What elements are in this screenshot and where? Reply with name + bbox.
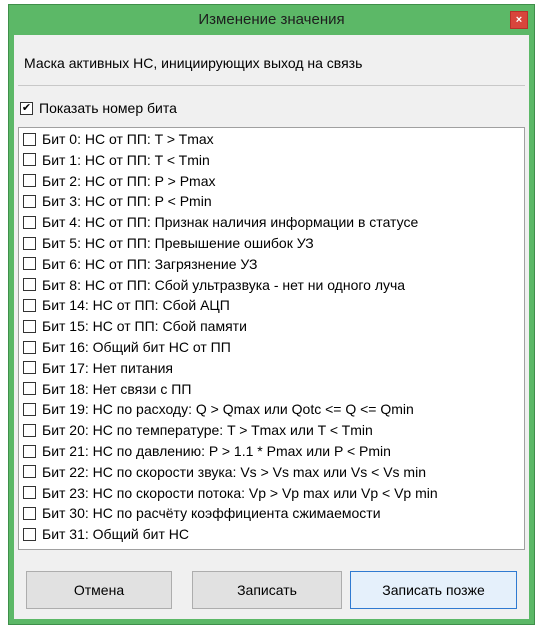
show-bit-number-label: Показать номер бита xyxy=(39,100,177,116)
window-title: Изменение значения xyxy=(198,11,345,28)
mask-description-panel: Маска активных НС, инициирующих выход на… xyxy=(18,41,525,86)
bit-checkbox[interactable] xyxy=(23,506,36,520)
bit-list-item[interactable]: Бит 3: НС от ПП: P < Pmin xyxy=(23,192,212,210)
bit-list-item[interactable]: Бит 30: НС по расчёту коэффициента сжима… xyxy=(23,504,381,522)
bit-checkbox[interactable] xyxy=(23,402,36,416)
bit-list-item[interactable]: Бит 17: Нет питания xyxy=(23,359,173,377)
button-bar: Отмена Записать Записать позже xyxy=(14,557,529,619)
bit-list-item[interactable]: Бит 0: НС от ПП: T > Tmax xyxy=(23,130,214,148)
bit-list-item[interactable]: Бит 5: НС от ПП: Превышение ошибок УЗ xyxy=(23,234,314,252)
bit-list-item[interactable]: Бит 31: Общий бит НС xyxy=(23,525,189,543)
bit-label: Бит 3: НС от ПП: P < Pmin xyxy=(42,193,212,210)
bit-checkbox[interactable] xyxy=(23,236,36,250)
bit-checkbox[interactable] xyxy=(23,340,36,354)
bit-checkbox[interactable] xyxy=(23,423,36,437)
bit-checkbox[interactable] xyxy=(23,382,36,396)
mask-description-label: Маска активных НС, инициирующих выход на… xyxy=(24,55,363,71)
bit-label: Бит 17: Нет питания xyxy=(42,359,173,376)
title-bar[interactable]: Изменение значения × xyxy=(9,5,534,35)
bit-checkbox[interactable] xyxy=(23,465,36,479)
bit-checkbox[interactable] xyxy=(23,194,36,208)
bit-list-item[interactable]: Бит 4: НС от ПП: Признак наличия информа… xyxy=(23,213,418,231)
bit-list-item[interactable]: Бит 8: НС от ПП: Сбой ультразвука - нет … xyxy=(23,276,405,294)
bit-label: Бит 31: Общий бит НС xyxy=(42,526,189,543)
bit-label: Бит 4: НС от ПП: Признак наличия информа… xyxy=(42,214,419,231)
bit-list-item[interactable]: Бит 1: НС от ПП: T < Tmin xyxy=(23,151,210,169)
bit-list-item[interactable]: Бит 20: НС по температуре: T > Tmax или … xyxy=(23,421,373,439)
checkbox-box[interactable]: ✔ xyxy=(20,101,33,115)
bit-list-item[interactable]: Бит 6: НС от ПП: Загрязнение УЗ xyxy=(23,255,257,273)
bit-label: Бит 20: НС по температуре: T > Tmax или … xyxy=(42,422,373,439)
bit-checkbox[interactable] xyxy=(23,215,36,229)
bit-label: Бит 14: НС от ПП: Сбой АЦП xyxy=(42,297,230,314)
bit-label: Бит 6: НС от ПП: Загрязнение УЗ xyxy=(42,255,258,272)
bit-label: Бит 23: НС по скорости потока: Vp > Vp m… xyxy=(42,484,438,501)
bit-label: Бит 8: НС от ПП: Сбой ультразвука - нет … xyxy=(42,276,406,293)
bit-mask-checklist[interactable]: Бит 0: НС от ПП: T > Tmax Бит 1: НС от ПП… xyxy=(18,127,525,550)
write-button[interactable]: Записать xyxy=(192,571,342,609)
bit-label: Бит 30: НС по расчёту коэффициента сжима… xyxy=(42,505,381,522)
dialog-client-area: Маска активных НС, инициирующих выход на… xyxy=(14,35,529,619)
bit-label: Бит 16: Общий бит НС от ПП xyxy=(42,339,231,355)
bit-label: Бит 15: НС от ПП: Сбой памяти xyxy=(42,318,247,335)
checkmark-icon: ✔ xyxy=(21,101,32,114)
bit-list-item[interactable]: Бит 14: НС от ПП: Сбой АЦП xyxy=(23,296,230,314)
bit-label: Бит 0: НС от ПП: T > Tmax xyxy=(42,131,214,147)
bit-checkbox[interactable] xyxy=(23,153,36,167)
close-icon: × xyxy=(515,13,523,26)
bit-checkbox[interactable] xyxy=(23,444,36,458)
bit-list-item[interactable]: Бит 2: НС от ПП: P > Pmax xyxy=(23,172,216,190)
bit-list-item[interactable]: Бит 23: НС по скорости потока: Vp > Vp m… xyxy=(23,484,438,502)
bit-label: Бит 1: НС от ПП: T < Tmin xyxy=(42,151,210,168)
bit-checkbox[interactable] xyxy=(23,298,36,312)
bit-list-item[interactable]: Бит 18: Нет связи с ПП xyxy=(23,380,191,398)
bit-checkbox[interactable] xyxy=(23,361,36,375)
write-later-button[interactable]: Записать позже xyxy=(350,571,517,609)
bit-label: Бит 19: НС по расходу: Q > Qmax или Qotc… xyxy=(42,401,414,418)
bit-label: Бит 2: НС от ПП: P > Pmax xyxy=(42,172,216,189)
bit-checkbox[interactable] xyxy=(23,257,36,271)
bit-list-item[interactable]: Бит 19: НС по расходу: Q > Qmax или Qotc… xyxy=(23,400,414,418)
show-bit-number-checkbox[interactable]: ✔ Показать номер бита xyxy=(20,99,177,117)
bit-checkbox[interactable] xyxy=(23,486,36,500)
bit-list-item[interactable]: Бит 21: НС по давлению: P > 1.1 * Pmax и… xyxy=(23,442,391,460)
bit-checkbox[interactable] xyxy=(23,527,36,541)
bit-list-item[interactable]: Бит 22: НС по скорости звука: Vs > Vs ma… xyxy=(23,463,426,481)
bit-checkbox[interactable] xyxy=(23,174,36,188)
cancel-button[interactable]: Отмена xyxy=(26,571,172,609)
bit-checkbox[interactable] xyxy=(23,278,36,292)
bit-list-item[interactable]: Бит 15: НС от ПП: Сбой памяти xyxy=(23,317,247,335)
close-button[interactable]: × xyxy=(510,11,528,29)
bit-label: Бит 5: НС от ПП: Превышение ошибок УЗ xyxy=(42,235,314,251)
bit-checkbox[interactable] xyxy=(23,319,36,333)
bit-label: Бит 22: НС по скорости звука: Vs > Vs ma… xyxy=(42,463,426,480)
bit-list-item[interactable]: Бит 16: Общий бит НС от ПП xyxy=(23,338,231,356)
bit-checkbox[interactable] xyxy=(23,132,36,146)
bit-label: Бит 21: НС по давлению: P > 1.1 * Pmax и… xyxy=(42,443,391,459)
dialog-window: Изменение значения × Маска активных НС, … xyxy=(8,4,535,625)
bit-label: Бит 18: Нет связи с ПП xyxy=(42,380,192,397)
